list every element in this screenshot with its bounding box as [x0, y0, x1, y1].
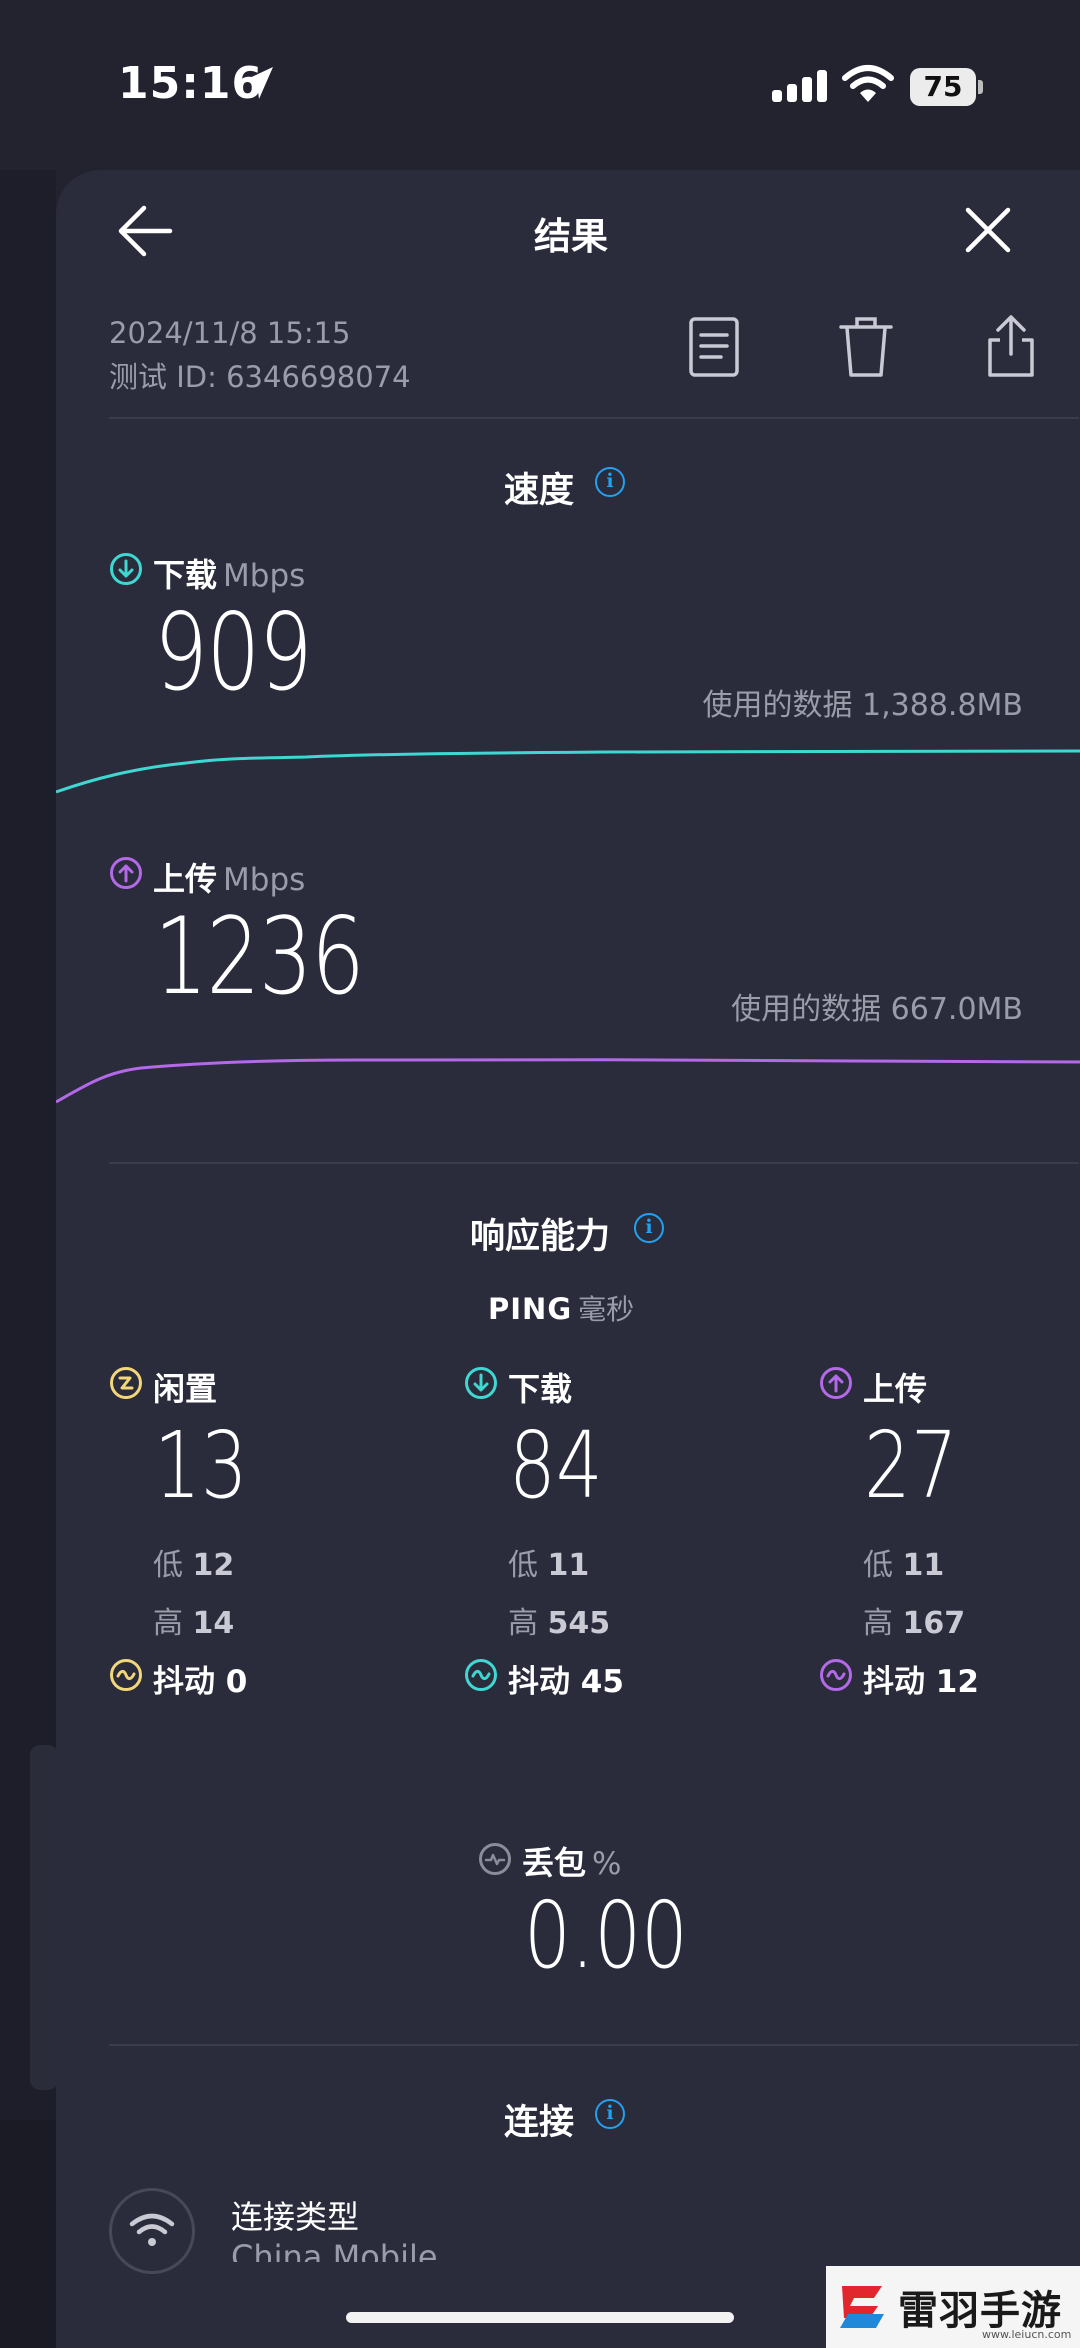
test-id: 测试 ID: 6346698074: [109, 360, 411, 394]
packet-loss-icon: [479, 1843, 511, 1875]
download-header: 下载 Mbps: [153, 550, 305, 596]
battery-nub: [978, 80, 983, 94]
ping-download-value: 84: [509, 1412, 603, 1519]
speed-section-title: 速度: [504, 471, 575, 511]
connection-type-value: China Mobile: [231, 2238, 438, 2262]
ping-idle-title: 闲置: [153, 1370, 218, 1408]
test-datetime: 2024/11/8 15:15: [109, 316, 351, 350]
wifi-icon: [129, 2213, 175, 2246]
upload-speed-value: 1236: [154, 895, 365, 1018]
trash-icon[interactable]: [838, 316, 894, 378]
cellular-signal-icon: [772, 70, 827, 102]
ping-upload-low: 低 11: [863, 1548, 945, 1583]
packet-loss-header: 丢包%: [522, 1838, 621, 1884]
download-unit: Mbps: [223, 558, 306, 594]
results-sheet: 结果 2024/11/8 15:15 测试 ID: 6346698074 速度 …: [56, 170, 1080, 2348]
download-speed-graph: [56, 749, 1080, 794]
ping-idle-value: 13: [154, 1412, 248, 1519]
speed-info-icon[interactable]: i: [595, 467, 625, 497]
packet-loss-value: 0.00: [524, 1882, 688, 1989]
wifi-icon: [842, 65, 894, 102]
watermark-sub: www.leiucn.com: [982, 2328, 1072, 2341]
responsiveness-section-title: 响应能力: [470, 1217, 611, 1257]
ping-upload-value: 27: [864, 1412, 958, 1519]
divider: [109, 1162, 1079, 1164]
home-indicator[interactable]: [346, 2312, 734, 2323]
ping-upload-title: 上传: [863, 1370, 928, 1408]
idle-icon: [110, 1367, 142, 1399]
ping-idle-low: 低 12: [153, 1548, 235, 1583]
ping-label: PING: [488, 1292, 573, 1326]
ping-download-title: 下载: [508, 1370, 573, 1408]
jitter-icon: [820, 1659, 852, 1691]
packet-loss-unit: %: [592, 1846, 622, 1882]
download-arrow-icon: [110, 553, 142, 585]
ping-unit: 毫秒: [578, 1293, 635, 1326]
upload-header: 上传 Mbps: [153, 854, 305, 900]
ping-download-jitter: 抖动 45: [508, 1664, 624, 1700]
jitter-icon: [110, 1659, 142, 1691]
status-bar: 15:16 75: [0, 0, 1080, 150]
connection-info-icon[interactable]: i: [595, 2099, 625, 2129]
download-arrow-icon: [465, 1367, 497, 1399]
ping-upload-high: 高 167: [863, 1606, 966, 1641]
download-speed-value: 909: [154, 591, 313, 714]
connection-section-title: 连接: [504, 2103, 575, 2143]
document-icon[interactable]: [688, 316, 740, 378]
upload-label: 上传: [153, 860, 218, 898]
download-label: 下载: [153, 556, 218, 594]
share-icon[interactable]: [986, 314, 1036, 378]
ping-idle-jitter: 抖动 0: [153, 1664, 248, 1700]
background-handle: [30, 1745, 58, 2090]
page-title: 结果: [534, 215, 608, 258]
ping-download-high: 高 545: [508, 1606, 611, 1641]
close-icon[interactable]: [964, 206, 1012, 254]
packet-loss-label: 丢包: [522, 1844, 587, 1882]
upload-arrow-icon: [110, 857, 142, 889]
upload-speed-graph: [56, 1058, 1080, 1104]
location-arrow-icon: [243, 67, 273, 99]
divider: [109, 417, 1079, 419]
ping-idle-high: 高 14: [153, 1606, 235, 1641]
connection-type-label: 连接类型: [231, 2198, 360, 2236]
background-panel-bottom: [0, 2120, 60, 2348]
ping-download-low: 低 11: [508, 1548, 590, 1583]
divider: [109, 2044, 1079, 2046]
battery-indicator: 75: [910, 68, 976, 106]
jitter-icon: [465, 1659, 497, 1691]
ping-header: PING 毫秒: [488, 1288, 634, 1328]
watermark-logo-icon: [840, 2286, 884, 2328]
upload-arrow-icon: [820, 1367, 852, 1399]
upload-unit: Mbps: [223, 862, 306, 898]
watermark: 雷羽手游网 www.leiucn.com: [826, 2266, 1080, 2348]
upload-data-used: 使用的数据 667.0MB: [731, 992, 1023, 1027]
ping-upload-jitter: 抖动 12: [863, 1664, 979, 1700]
download-data-used: 使用的数据 1,388.8MB: [702, 688, 1023, 723]
responsiveness-info-icon[interactable]: i: [634, 1213, 664, 1243]
